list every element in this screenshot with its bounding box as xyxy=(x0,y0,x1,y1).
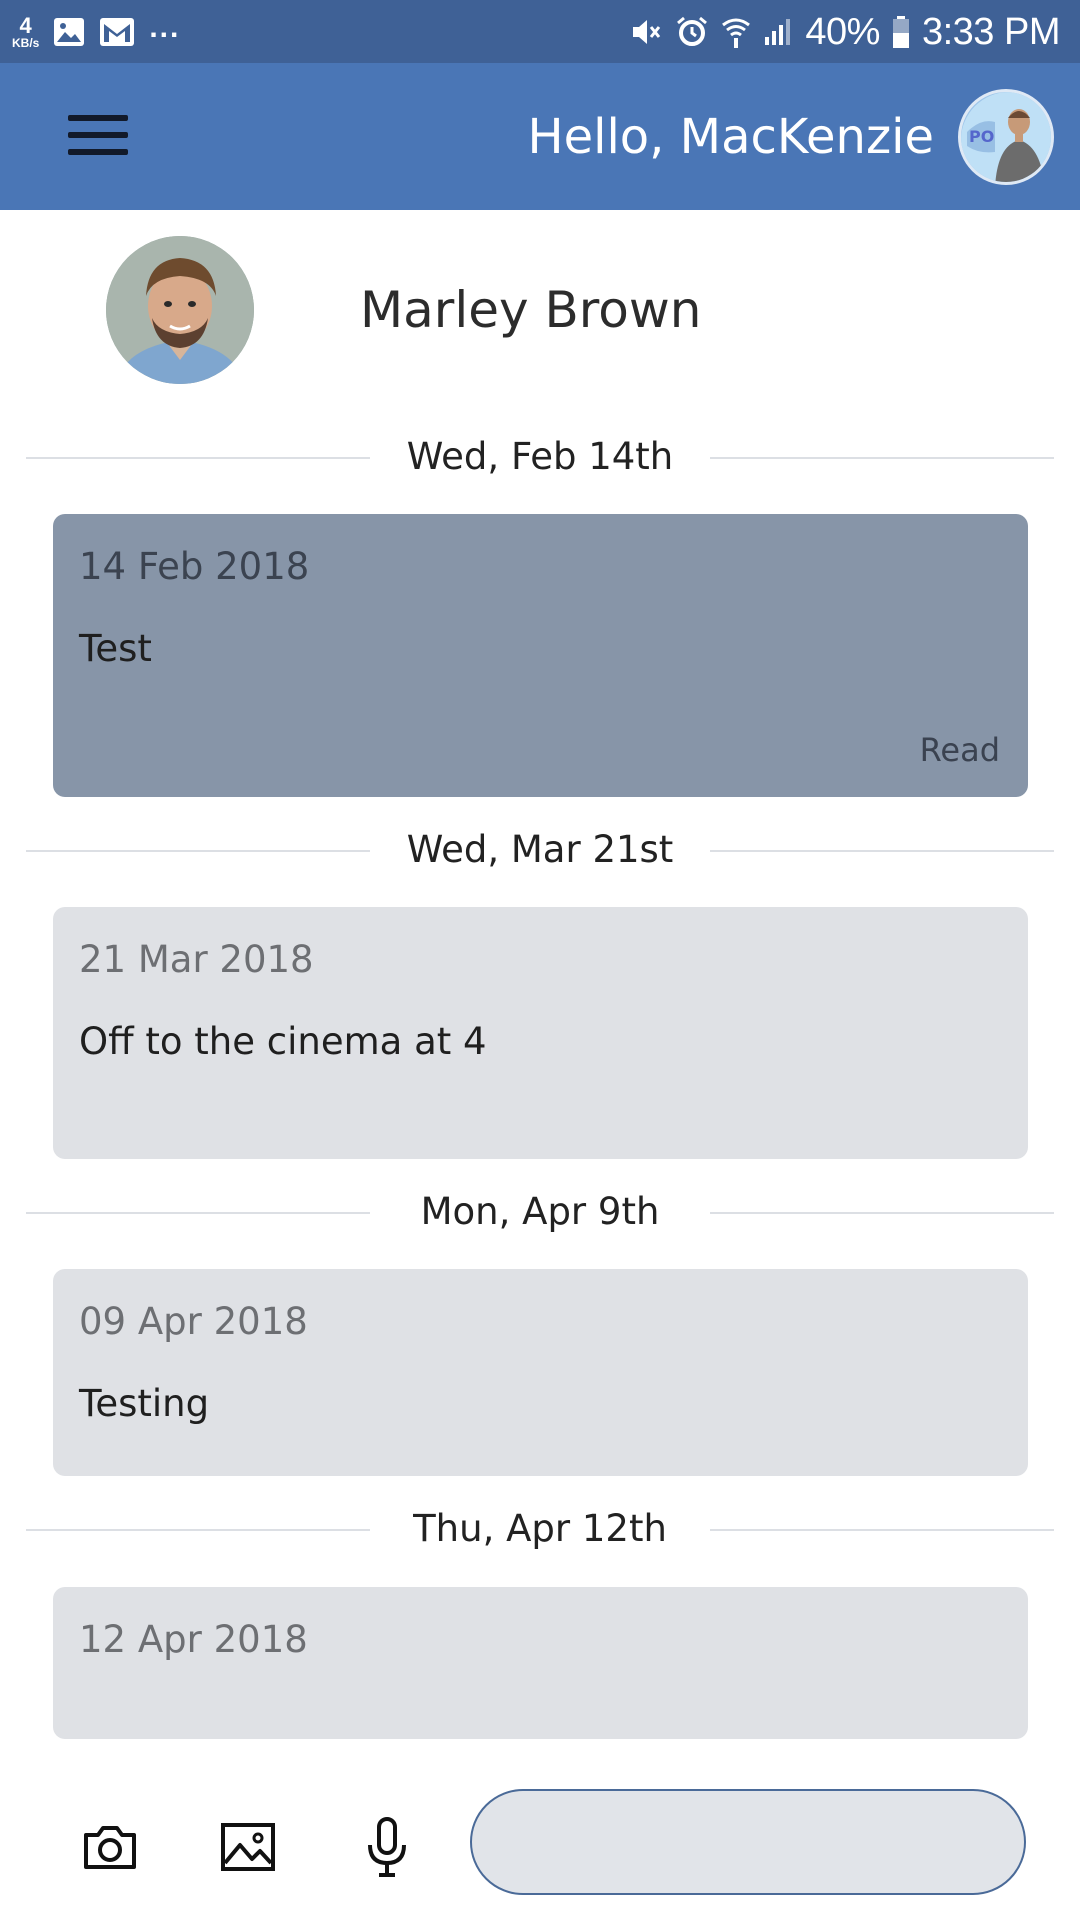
camera-icon[interactable] xyxy=(78,1815,142,1879)
message-date: 14 Feb 2018 xyxy=(79,545,310,588)
gmail-icon xyxy=(99,17,135,47)
user-avatar[interactable]: PO xyxy=(958,89,1054,185)
svg-text:PO: PO xyxy=(969,127,994,146)
composer-bar xyxy=(0,1775,1080,1920)
signal-icon xyxy=(763,17,793,47)
separator-line xyxy=(710,457,1054,459)
date-separator: Wed, Mar 21st xyxy=(26,826,1054,874)
status-bar-left: 4 KB/s ... xyxy=(12,10,180,54)
separator-line xyxy=(26,1529,370,1531)
message-text: Test xyxy=(79,627,152,670)
mute-icon xyxy=(629,15,663,49)
greeting-text: Hello, MacKenzie xyxy=(527,109,935,165)
message-date: 12 Apr 2018 xyxy=(79,1618,308,1661)
message-card[interactable]: 09 Apr 2018 Testing xyxy=(53,1269,1028,1476)
message-card[interactable]: 12 Apr 2018 xyxy=(53,1587,1028,1739)
separator-line xyxy=(710,850,1054,852)
date-separator-label: Thu, Apr 12th xyxy=(413,1507,667,1550)
message-text: Off to the cinema at 4 xyxy=(79,1020,487,1063)
contact-name: Marley Brown xyxy=(360,281,702,339)
message-input[interactable] xyxy=(470,1789,1026,1895)
message-card[interactable]: 21 Mar 2018 Off to the cinema at 4 xyxy=(53,907,1028,1159)
battery-icon xyxy=(892,15,910,49)
date-separator: Thu, Apr 12th xyxy=(26,1505,1054,1553)
alarm-icon xyxy=(675,15,709,49)
date-separator-label: Mon, Apr 9th xyxy=(420,1190,660,1233)
network-speed: 4 KB/s xyxy=(12,13,40,50)
separator-line xyxy=(710,1529,1054,1531)
message-read-status: Read xyxy=(919,731,1000,769)
date-separator: Wed, Feb 14th xyxy=(26,433,1054,481)
clock: 3:33 PM xyxy=(921,10,1061,53)
more-notifications: ... xyxy=(149,11,181,44)
image-icon[interactable] xyxy=(216,1815,280,1879)
date-separator-label: Wed, Mar 21st xyxy=(406,828,674,871)
message-card[interactable]: 14 Feb 2018 Test Read xyxy=(53,514,1028,797)
contact-avatar[interactable] xyxy=(106,236,254,384)
microphone-icon[interactable] xyxy=(355,1815,419,1879)
separator-line xyxy=(710,1212,1054,1214)
separator-line xyxy=(26,457,370,459)
status-bar-right: 40% 3:33 PM xyxy=(629,8,1061,56)
separator-line xyxy=(26,1212,370,1214)
message-text: Testing xyxy=(79,1382,210,1425)
gallery-icon xyxy=(53,17,85,47)
date-separator-label: Wed, Feb 14th xyxy=(406,435,674,478)
message-date: 09 Apr 2018 xyxy=(79,1300,308,1343)
hamburger-menu-icon[interactable] xyxy=(68,115,128,159)
date-separator: Mon, Apr 9th xyxy=(26,1188,1054,1236)
app-bar: Hello, MacKenzie PO xyxy=(0,63,1080,210)
message-date: 21 Mar 2018 xyxy=(79,938,314,981)
network-speed-value: 4 xyxy=(19,13,32,38)
status-bar: 4 KB/s ... 40% 3:33 PM xyxy=(0,0,1080,63)
separator-line xyxy=(26,850,370,852)
network-speed-unit: KB/s xyxy=(12,36,40,50)
wifi-icon xyxy=(721,15,751,49)
battery-percent: 40% xyxy=(805,10,880,53)
